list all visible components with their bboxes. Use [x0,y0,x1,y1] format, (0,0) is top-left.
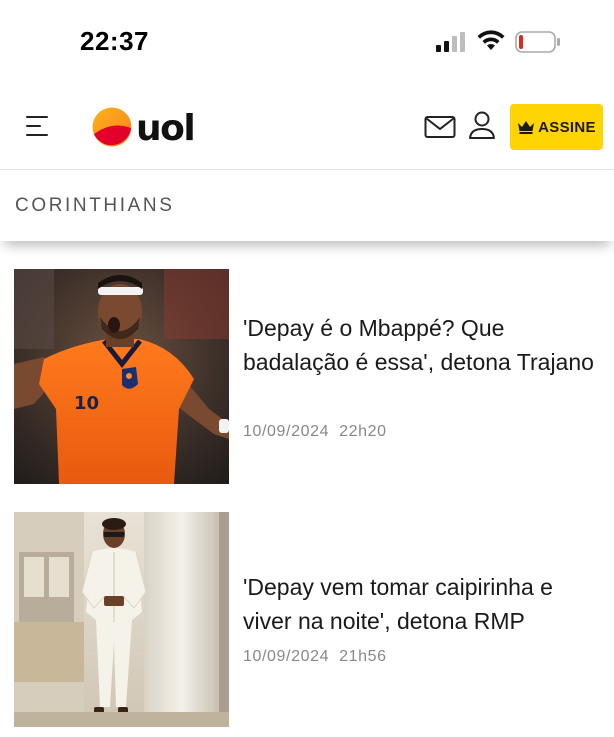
hamburger-menu-button[interactable] [26,116,50,138]
svg-text:10: 10 [74,393,99,414]
article-headline[interactable]: 'Depay é o Mbappé? Que badalação é essa'… [243,311,599,379]
wifi-icon [477,30,505,50]
uol-logo[interactable]: uol [92,104,208,150]
user-icon[interactable] [468,110,496,140]
section-bar: CORINTHIANS [0,170,614,241]
article-date: 10/09/2024 [243,648,330,665]
player-photo: 10 [14,269,229,484]
assine-button[interactable]: ASSINE [510,104,603,150]
man-suit-photo [14,512,229,727]
article-headline[interactable]: 'Depay vem tomar caipirinha e viver na n… [243,570,599,638]
assine-label: ASSINE [538,118,596,136]
article-time: 22h20 [339,423,387,440]
status-bar: 22:37 [0,0,614,84]
section-title[interactable]: CORINTHIANS [15,195,175,217]
crown-icon [518,121,535,134]
menu-line [26,125,41,127]
article-thumbnail[interactable]: 10 [14,269,229,484]
menu-line [26,116,48,118]
article-thumbnail[interactable] [14,512,229,727]
signal-icon [436,32,465,52]
status-time: 22:37 [80,26,149,56]
mail-icon[interactable] [424,114,456,140]
site-header: uol ASSINE [0,84,614,170]
menu-line [26,134,48,136]
article-card[interactable]: 10 'Depay é o Mbappé? Que badalação é es… [14,269,604,484]
article-meta: 10/09/2024 22h20 [243,423,387,441]
article-date: 10/09/2024 [243,423,330,440]
logo-wordmark: uol [136,108,194,149]
article-time: 21h56 [339,648,387,665]
battery-icon [515,31,560,53]
article-card[interactable]: 'Depay vem tomar caipirinha e viver na n… [14,512,604,727]
article-meta: 10/09/2024 21h56 [243,648,387,666]
